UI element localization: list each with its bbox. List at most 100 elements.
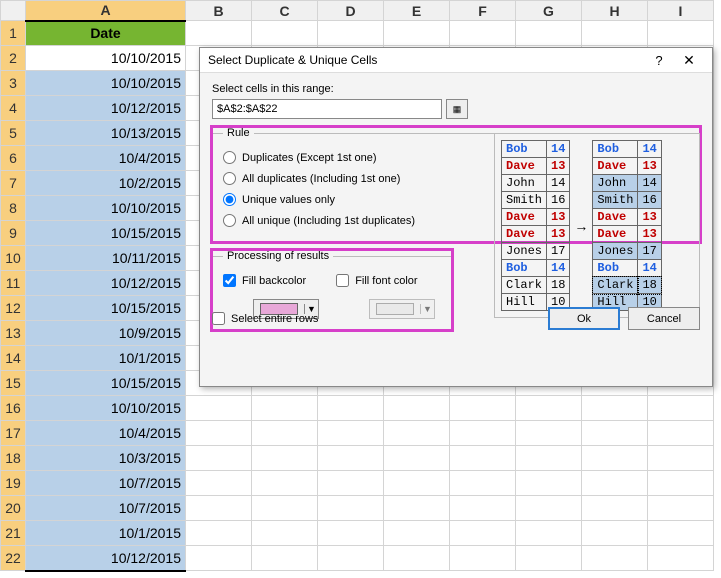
cell-A8[interactable]: 10/10/2015 xyxy=(26,196,186,221)
row-header-2[interactable]: 2 xyxy=(1,46,26,71)
cell-I22[interactable] xyxy=(648,546,714,571)
cell-A6[interactable]: 10/4/2015 xyxy=(26,146,186,171)
cell-I21[interactable] xyxy=(648,521,714,546)
cell-A9[interactable]: 10/15/2015 xyxy=(26,221,186,246)
check-select-entire-rows[interactable]: Select entire rows xyxy=(212,308,318,329)
cell-A2[interactable]: 10/10/2015 xyxy=(26,46,186,71)
cell-H18[interactable] xyxy=(582,446,648,471)
cell-H20[interactable] xyxy=(582,496,648,521)
cell-A3[interactable]: 10/10/2015 xyxy=(26,71,186,96)
row-header-11[interactable]: 11 xyxy=(1,271,26,296)
cell-A20[interactable]: 10/7/2015 xyxy=(26,496,186,521)
cell-D1[interactable] xyxy=(318,21,384,46)
cell-G18[interactable] xyxy=(516,446,582,471)
cell-G17[interactable] xyxy=(516,421,582,446)
cell-A21[interactable]: 10/1/2015 xyxy=(26,521,186,546)
cell-C19[interactable] xyxy=(252,471,318,496)
row-header-19[interactable]: 19 xyxy=(1,471,26,496)
cell-I18[interactable] xyxy=(648,446,714,471)
ok-button[interactable]: Ok xyxy=(548,307,620,330)
cell-B19[interactable] xyxy=(186,471,252,496)
cell-H17[interactable] xyxy=(582,421,648,446)
col-header-I[interactable]: I xyxy=(648,1,714,21)
check-fill-backcolor[interactable]: Fill backcolor xyxy=(223,270,306,291)
cell-A5[interactable]: 10/13/2015 xyxy=(26,121,186,146)
cell-C21[interactable] xyxy=(252,521,318,546)
row-header-4[interactable]: 4 xyxy=(1,96,26,121)
cell-D20[interactable] xyxy=(318,496,384,521)
cell-B17[interactable] xyxy=(186,421,252,446)
cell-B1[interactable] xyxy=(186,21,252,46)
cell-H1[interactable] xyxy=(582,21,648,46)
cell-A13[interactable]: 10/9/2015 xyxy=(26,321,186,346)
cell-F1[interactable] xyxy=(450,21,516,46)
col-header-H[interactable]: H xyxy=(582,1,648,21)
row-header-16[interactable]: 16 xyxy=(1,396,26,421)
cell-E1[interactable] xyxy=(384,21,450,46)
cell-I20[interactable] xyxy=(648,496,714,521)
cell-A19[interactable]: 10/7/2015 xyxy=(26,471,186,496)
row-header-5[interactable]: 5 xyxy=(1,121,26,146)
cell-G16[interactable] xyxy=(516,396,582,421)
cell-C16[interactable] xyxy=(252,396,318,421)
cell-F19[interactable] xyxy=(450,471,516,496)
cell-A12[interactable]: 10/15/2015 xyxy=(26,296,186,321)
cell-E20[interactable] xyxy=(384,496,450,521)
cell-E21[interactable] xyxy=(384,521,450,546)
cell-D22[interactable] xyxy=(318,546,384,571)
row-header-12[interactable]: 12 xyxy=(1,296,26,321)
row-header-17[interactable]: 17 xyxy=(1,421,26,446)
row-header-10[interactable]: 10 xyxy=(1,246,26,271)
cell-C1[interactable] xyxy=(252,21,318,46)
row-header-20[interactable]: 20 xyxy=(1,496,26,521)
col-header-F[interactable]: F xyxy=(450,1,516,21)
row-header-7[interactable]: 7 xyxy=(1,171,26,196)
cell-E18[interactable] xyxy=(384,446,450,471)
cell-C18[interactable] xyxy=(252,446,318,471)
row-header-22[interactable]: 22 xyxy=(1,546,26,571)
cell-H22[interactable] xyxy=(582,546,648,571)
cell-A16[interactable]: 10/10/2015 xyxy=(26,396,186,421)
row-header-3[interactable]: 3 xyxy=(1,71,26,96)
cell-G22[interactable] xyxy=(516,546,582,571)
cell-E17[interactable] xyxy=(384,421,450,446)
cell-G21[interactable] xyxy=(516,521,582,546)
row-header-9[interactable]: 9 xyxy=(1,221,26,246)
cell-B21[interactable] xyxy=(186,521,252,546)
cell-I1[interactable] xyxy=(648,21,714,46)
close-button[interactable]: ✕ xyxy=(674,52,704,69)
range-input[interactable] xyxy=(212,99,442,119)
cell-F16[interactable] xyxy=(450,396,516,421)
cell-H21[interactable] xyxy=(582,521,648,546)
col-header-C[interactable]: C xyxy=(252,1,318,21)
cell-C20[interactable] xyxy=(252,496,318,521)
row-header-14[interactable]: 14 xyxy=(1,346,26,371)
row-header-1[interactable]: 1 xyxy=(1,21,26,46)
cell-G1[interactable] xyxy=(516,21,582,46)
cell-F21[interactable] xyxy=(450,521,516,546)
check-fill-fontcolor[interactable]: Fill font color xyxy=(336,270,417,291)
col-header-E[interactable]: E xyxy=(384,1,450,21)
cell-A18[interactable]: 10/3/2015 xyxy=(26,446,186,471)
cell-D21[interactable] xyxy=(318,521,384,546)
cell-E22[interactable] xyxy=(384,546,450,571)
col-header-D[interactable]: D xyxy=(318,1,384,21)
cell-A1[interactable]: Date xyxy=(26,21,186,46)
cell-A7[interactable]: 10/2/2015 xyxy=(26,171,186,196)
col-header-B[interactable]: B xyxy=(186,1,252,21)
col-header-A[interactable]: A xyxy=(26,1,186,21)
cell-I19[interactable] xyxy=(648,471,714,496)
cell-E16[interactable] xyxy=(384,396,450,421)
cell-D16[interactable] xyxy=(318,396,384,421)
cell-A14[interactable]: 10/1/2015 xyxy=(26,346,186,371)
cell-F22[interactable] xyxy=(450,546,516,571)
row-header-13[interactable]: 13 xyxy=(1,321,26,346)
row-header-15[interactable]: 15 xyxy=(1,371,26,396)
cell-C22[interactable] xyxy=(252,546,318,571)
range-picker-button[interactable]: ▦ xyxy=(446,99,468,119)
cell-B22[interactable] xyxy=(186,546,252,571)
help-button[interactable]: ? xyxy=(644,53,674,68)
cell-B18[interactable] xyxy=(186,446,252,471)
cell-A15[interactable]: 10/15/2015 xyxy=(26,371,186,396)
cell-A17[interactable]: 10/4/2015 xyxy=(26,421,186,446)
